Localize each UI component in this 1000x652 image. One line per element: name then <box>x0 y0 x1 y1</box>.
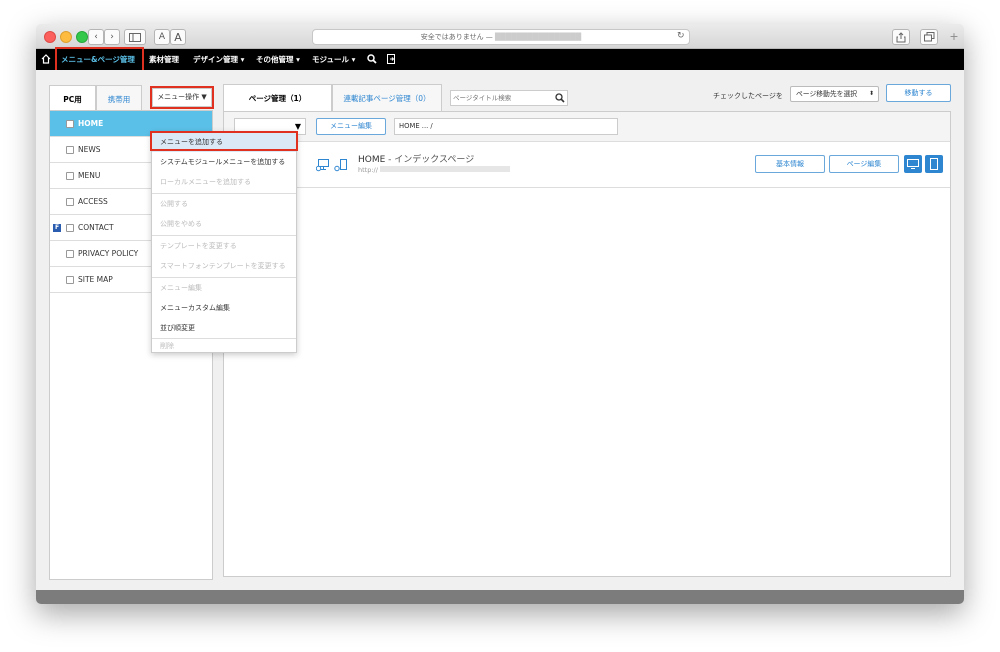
sidebar-item-label: HOME <box>78 119 104 128</box>
tab-page-manage[interactable]: ページ管理（1） <box>223 84 332 112</box>
sidebar-item-label: PRIVACY POLICY <box>78 249 139 258</box>
news-checkbox[interactable] <box>66 146 74 154</box>
share-icon[interactable] <box>892 29 910 45</box>
add-menu-highlight-box <box>150 131 298 151</box>
zoom-window-button[interactable] <box>76 31 88 43</box>
nav-design-manage[interactable]: デザイン管理 ▾ <box>193 49 244 70</box>
page-manage-panel: ▼ メニュー編集 HOME ... / HOME - インデックスページ htt… <box>223 111 951 577</box>
page-search-box[interactable] <box>450 90 568 106</box>
new-tab-icon[interactable]: + <box>946 30 962 44</box>
sidebar-toggle-icon[interactable] <box>124 29 146 45</box>
sidebar-item-label: NEWS <box>78 145 101 154</box>
close-window-button[interactable] <box>44 31 56 43</box>
menu-item-delete[interactable]: 削除 <box>152 336 296 356</box>
address-text: 安全ではありません — <box>420 33 496 41</box>
menu-ops-highlight-box <box>150 86 214 109</box>
sidebar-item-label: ACCESS <box>78 197 108 206</box>
browser-window: ‹ › A A 安全ではありません — ████████████████ ↻ +… <box>36 24 964 604</box>
admin-navbar: メニュー&ページ管理 素材管理 デザイン管理 ▾ その他管理 ▾ モジュール ▾ <box>36 49 964 70</box>
menu-item-custom-edit[interactable]: メニューカスタム編集 <box>152 298 296 318</box>
sidebar-item-label: CONTACT <box>78 223 114 232</box>
back-icon[interactable]: ‹ <box>88 29 104 45</box>
page-edit-button[interactable]: ページ編集 <box>829 155 899 173</box>
menu-item-reorder[interactable]: 並び順変更 <box>152 318 296 338</box>
breadcrumb: HOME ... / <box>394 118 618 135</box>
tab-mobile[interactable]: 携帯用 <box>96 85 142 113</box>
select-arrows-icon: ⬍ <box>868 90 874 97</box>
panel-toolbar: ▼ メニュー編集 HOME ... / <box>224 112 950 142</box>
mobile-preview-button[interactable] <box>925 155 943 173</box>
menu-item-add-system-module[interactable]: システムモジュールメニューを追加する <box>152 152 296 172</box>
page-url: http:// <box>358 166 510 174</box>
minimize-window-button[interactable] <box>60 31 72 43</box>
menu-checkbox[interactable] <box>66 172 74 180</box>
menu-item-change-sp-template[interactable]: スマートフォンテンプレートを変更する <box>152 256 296 276</box>
privacy-checkbox[interactable] <box>66 250 74 258</box>
monitor-icon <box>907 159 919 169</box>
page-subtitle: - インデックスページ <box>385 155 475 165</box>
menu-item-add-local-menu[interactable]: ローカルメニューを追加する <box>152 172 296 192</box>
page-url-masked <box>379 166 510 172</box>
sidebar-item-label: SITE MAP <box>78 275 113 284</box>
tab-pc[interactable]: PC用 <box>49 85 96 111</box>
sitemap-checkbox[interactable] <box>66 276 74 284</box>
menu-item-publish[interactable]: 公開する <box>152 194 296 214</box>
smartphone-icon <box>930 158 938 170</box>
form-badge-icon: F <box>53 224 61 232</box>
bulk-move-label: チェックしたページを <box>713 92 783 100</box>
tabs-overview-icon[interactable] <box>920 29 938 45</box>
nav-material-manage[interactable]: 素材管理 <box>149 49 179 70</box>
contact-checkbox[interactable] <box>66 224 74 232</box>
pc-page-icon <box>316 159 329 172</box>
address-bar[interactable]: 安全ではありません — ████████████████ <box>312 29 690 45</box>
content-area: PC用 携帯用 メニュー操作 ▼ ページ管理（1） 連載記事ページ管理（0） チ… <box>36 70 964 590</box>
mobile-page-icon <box>334 159 347 172</box>
window-bottom-bar <box>36 590 964 604</box>
home-icon[interactable] <box>41 49 51 70</box>
forward-icon[interactable]: › <box>104 29 120 45</box>
text-smaller-button[interactable]: A <box>154 29 170 45</box>
text-larger-button[interactable]: A <box>170 29 186 45</box>
search-icon[interactable] <box>367 49 377 70</box>
menu-operation-dropdown: メニューを追加する システムモジュールメニューを追加する ローカルメニューを追加… <box>151 131 297 353</box>
title-bar: ‹ › A A 安全ではありません — ████████████████ ↻ + <box>36 24 964 49</box>
sidebar-item-label: MENU <box>78 171 101 180</box>
menu-item-unpublish[interactable]: 公開をやめる <box>152 214 296 234</box>
nav-module[interactable]: モジュール ▾ <box>312 49 355 70</box>
text-smaller-label: A <box>158 32 166 42</box>
reload-icon[interactable]: ↻ <box>677 31 685 41</box>
nav-other-manage[interactable]: その他管理 ▾ <box>256 49 300 70</box>
menu-item-menu-edit[interactable]: メニュー編集 <box>152 278 296 298</box>
page-search-input[interactable] <box>453 92 549 104</box>
tab-serial-pages[interactable]: 連載記事ページ管理（0） <box>332 84 442 112</box>
menu-edit-button[interactable]: メニュー編集 <box>316 118 386 135</box>
navbar-highlight-box <box>55 47 144 72</box>
page-url-text: http:// <box>358 166 378 174</box>
home-checkbox[interactable] <box>66 120 74 128</box>
search-icon[interactable] <box>555 93 565 103</box>
pc-preview-button[interactable] <box>904 155 922 173</box>
page-row[interactable]: HOME - インデックスページ http:// 基本情報 ページ編集 <box>224 142 950 188</box>
menu-item-change-template[interactable]: テンプレートを変更する <box>152 236 296 256</box>
move-destination-value: ページ移動先を選択 <box>796 90 858 98</box>
address-masked: ████████████████ <box>495 33 582 41</box>
move-button[interactable]: 移動する <box>886 84 951 102</box>
page-title-text: HOME <box>358 155 386 165</box>
basic-info-button[interactable]: 基本情報 <box>755 155 825 173</box>
text-larger-label: A <box>174 30 182 44</box>
logout-icon[interactable] <box>387 49 396 70</box>
access-checkbox[interactable] <box>66 198 74 206</box>
move-destination-select[interactable]: ページ移動先を選択 ⬍ <box>790 86 879 102</box>
page-title[interactable]: HOME - インデックスページ <box>358 152 474 165</box>
